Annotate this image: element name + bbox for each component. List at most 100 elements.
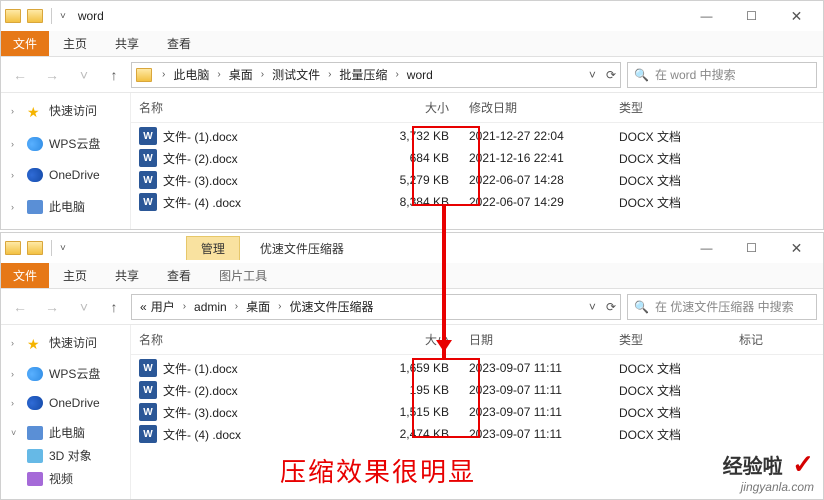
file-row[interactable]: W文件- (4) .docx2,474 KB2023-09-07 11:11DO… (131, 423, 823, 445)
picture-tools-tab[interactable]: 图片工具 (205, 263, 281, 288)
share-tab[interactable]: 共享 (101, 31, 153, 56)
minimize-button[interactable]: — (684, 2, 729, 31)
address-bar[interactable]: › 此电脑 › 桌面 › 测试文件 › 批量压缩 › word ˅ ⟳ (131, 62, 621, 88)
file-name: 文件- (3).docx (163, 404, 238, 421)
chevron-right-icon: › (11, 369, 21, 379)
sidebar-item-3d-objects[interactable]: 3D 对象 (1, 444, 130, 467)
chevron-right-icon: › (11, 398, 21, 408)
up-button[interactable]: ↑ (103, 67, 125, 83)
crumb-item[interactable]: word (407, 68, 433, 82)
file-type: DOCX 文档 (619, 172, 739, 189)
crumb-item[interactable]: 优速文件压缩器 (289, 298, 373, 315)
file-tab[interactable]: 文件 (1, 31, 49, 56)
search-icon: 🔍 (634, 300, 649, 314)
forward-button[interactable]: → (39, 62, 65, 88)
address-dropdown-icon[interactable]: ˅ (589, 68, 596, 82)
chevron-right-icon: › (395, 69, 398, 80)
crumb-item[interactable]: admin (194, 300, 227, 314)
crumb-item[interactable]: 测试文件 (272, 66, 320, 83)
up-button[interactable]: ↑ (103, 299, 125, 315)
explorer-window-1: ˅ word — ☐ ✕ 文件 主页 共享 查看 ← → ˅ ↑ › 此电脑 ›… (0, 0, 824, 230)
header-modified[interactable]: 修改日期 (469, 99, 619, 116)
search-input[interactable]: 🔍 在 word 中搜索 (627, 62, 817, 88)
file-row[interactable]: W文件- (2).docx684 KB2021-12-16 22:41DOCX … (131, 147, 823, 169)
breadcrumb[interactable]: › 此电脑 › 桌面 › 测试文件 › 批量压缩 › word (158, 66, 433, 83)
file-row[interactable]: W文件- (3).docx1,515 KB2023-09-07 11:11DOC… (131, 401, 823, 423)
maximize-button[interactable]: ☐ (729, 234, 774, 263)
qat-dropdown-icon[interactable]: ˅ (60, 11, 66, 22)
header-size[interactable]: 大小 (369, 331, 469, 348)
share-tab[interactable]: 共享 (101, 263, 153, 288)
sidebar-item-label: WPS云盘 (49, 135, 100, 152)
view-tab[interactable]: 查看 (153, 31, 205, 56)
qat-dropdown-icon[interactable]: ˅ (60, 243, 66, 254)
chevron-right-icon: › (11, 170, 21, 180)
sidebar-item-onedrive[interactable]: › OneDrive (1, 165, 130, 185)
refresh-icon[interactable]: ⟳ (606, 68, 616, 82)
header-name[interactable]: 名称 (139, 331, 369, 348)
maximize-button[interactable]: ☐ (729, 2, 774, 31)
refresh-icon[interactable]: ⟳ (606, 300, 616, 314)
file-row[interactable]: W文件- (1).docx1,659 KB2023-09-07 11:11DOC… (131, 357, 823, 379)
address-bar[interactable]: « 用户 › admin › 桌面 › 优速文件压缩器 ˅ ⟳ (131, 294, 621, 320)
file-row[interactable]: W文件- (4) .docx8,384 KB2022-06-07 14:29DO… (131, 191, 823, 213)
home-tab[interactable]: 主页 (49, 31, 101, 56)
file-size: 2,474 KB (369, 427, 469, 441)
sidebar-item-this-pc[interactable]: ˅ 此电脑 (1, 421, 130, 444)
header-size[interactable]: 大小 (369, 99, 469, 116)
view-tab[interactable]: 查看 (153, 263, 205, 288)
crumb-item[interactable]: 用户 (151, 298, 175, 315)
crumb-item[interactable]: 桌面 (229, 66, 253, 83)
header-type[interactable]: 类型 (619, 99, 739, 116)
chevron-down-icon: ˅ (11, 428, 21, 438)
video-icon (27, 472, 43, 486)
sidebar-item-videos[interactable]: 视频 (1, 467, 130, 490)
search-placeholder: 在 word 中搜索 (655, 66, 736, 83)
sidebar-item-wps-cloud[interactable]: › WPS云盘 (1, 132, 130, 155)
history-dropdown-icon[interactable]: ˅ (71, 294, 97, 320)
ribbon-context-manage[interactable]: 管理 (186, 236, 240, 260)
chevron-right-icon: › (217, 69, 220, 80)
file-tab[interactable]: 文件 (1, 263, 49, 288)
search-placeholder: 在 优速文件压缩器 中搜索 (655, 298, 794, 315)
file-date: 2023-09-07 11:11 (469, 405, 619, 419)
file-type: DOCX 文档 (619, 128, 739, 145)
file-name: 文件- (1).docx (163, 128, 238, 145)
sidebar-item-label: 快速访问 (49, 102, 97, 119)
sidebar-item-quick-access[interactable]: › ★ 快速访问 (1, 331, 130, 354)
header-date[interactable]: 日期 (469, 331, 619, 348)
history-dropdown-icon[interactable]: ˅ (71, 62, 97, 88)
sidebar-item-quick-access[interactable]: › ★ 快速访问 (1, 99, 130, 122)
search-input[interactable]: 🔍 在 优速文件压缩器 中搜索 (627, 294, 817, 320)
file-row[interactable]: W文件- (3).docx5,279 KB2022-06-07 14:28DOC… (131, 169, 823, 191)
header-mark[interactable]: 标记 (739, 331, 799, 348)
chevron-right-icon: › (11, 338, 21, 348)
menu-bar: 文件 主页 共享 查看 图片工具 (1, 263, 823, 289)
chevron-right-icon: › (183, 301, 186, 312)
back-button[interactable]: ← (7, 294, 33, 320)
close-button[interactable]: ✕ (774, 234, 819, 263)
crumb-item[interactable]: 桌面 (246, 298, 270, 315)
sidebar-item-onedrive[interactable]: › OneDrive (1, 393, 130, 413)
file-row[interactable]: W文件- (1).docx3,732 KB2021-12-27 22:04DOC… (131, 125, 823, 147)
column-headers: 名称 大小 修改日期 类型 (131, 93, 823, 123)
home-tab[interactable]: 主页 (49, 263, 101, 288)
separator (51, 8, 52, 24)
breadcrumb[interactable]: « 用户 › admin › 桌面 › 优速文件压缩器 (136, 298, 373, 315)
contextual-ribbon: 管理 优速文件压缩器 (186, 236, 344, 260)
sidebar-item-this-pc[interactable]: › 此电脑 (1, 195, 130, 218)
header-name[interactable]: 名称 (139, 99, 369, 116)
forward-button[interactable]: → (39, 294, 65, 320)
sidebar-item-wps-cloud[interactable]: › WPS云盘 (1, 362, 130, 385)
crumb-item[interactable]: 批量压缩 (339, 66, 387, 83)
sidebar-item-label: 此电脑 (49, 198, 85, 215)
word-file-icon: W (139, 425, 157, 443)
close-button[interactable]: ✕ (774, 2, 819, 31)
cloud-icon (27, 168, 43, 182)
crumb-item[interactable]: 此电脑 (173, 66, 209, 83)
address-dropdown-icon[interactable]: ˅ (589, 300, 596, 314)
back-button[interactable]: ← (7, 62, 33, 88)
file-row[interactable]: W文件- (2).docx195 KB2023-09-07 11:11DOCX … (131, 379, 823, 401)
minimize-button[interactable]: — (684, 234, 729, 263)
header-type[interactable]: 类型 (619, 331, 739, 348)
